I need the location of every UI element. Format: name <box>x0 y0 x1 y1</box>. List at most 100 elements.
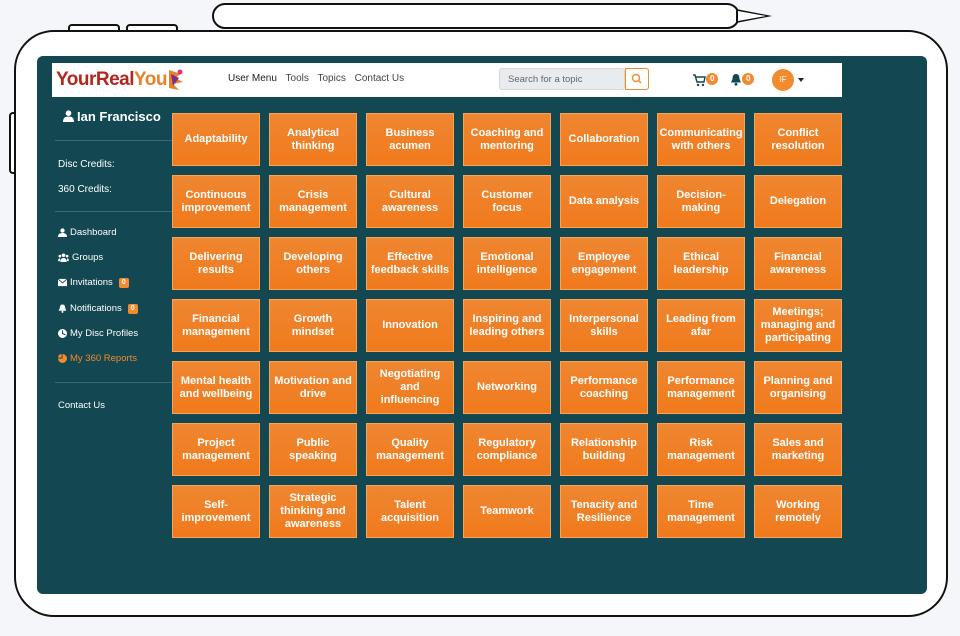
invitations-count-badge: 0 <box>118 277 129 288</box>
topic-tile[interactable]: Mental health and wellbeing <box>172 361 260 414</box>
topic-tile[interactable]: Teamwork <box>463 485 551 538</box>
nav-topics[interactable]: Topics <box>317 73 345 84</box>
topic-tile[interactable]: Risk management <box>657 423 745 476</box>
search-button[interactable] <box>625 68 649 90</box>
user-name: Ian Francisco <box>77 109 161 124</box>
brand-part-1: YourReal <box>56 69 135 90</box>
search-input[interactable]: Search for a topic <box>499 68 625 90</box>
sidebar-item-dashboard[interactable]: Dashboard <box>58 227 116 238</box>
sidebar-item-contact-us[interactable]: Contact Us <box>58 400 105 411</box>
topic-tile[interactable]: Ethical leadership <box>657 237 745 290</box>
topic-tile[interactable]: Delegation <box>754 175 842 228</box>
topic-tile[interactable]: Interpersonal skills <box>560 299 648 352</box>
topic-tile[interactable]: Effective feedback skills <box>366 237 454 290</box>
sidebar: Ian Francisco Disc Credits: 360 Credits:… <box>37 100 172 594</box>
topic-tile[interactable]: Motivation and drive <box>269 361 357 414</box>
chevron-down-icon[interactable] <box>798 78 804 82</box>
cart-icon[interactable] <box>692 73 706 87</box>
bell-icon <box>58 304 67 313</box>
topic-tile[interactable]: Networking <box>463 361 551 414</box>
topic-tile[interactable]: Delivering results <box>172 237 260 290</box>
topic-tile[interactable]: Business acumen <box>366 113 454 166</box>
topic-tile[interactable]: Collaboration <box>560 113 648 166</box>
topic-tile[interactable]: Communicating with others <box>657 113 745 166</box>
credits-360-label: 360 Credits: <box>58 184 112 195</box>
topic-tile[interactable]: Financial management <box>172 299 260 352</box>
search-icon <box>631 73 642 84</box>
topic-tile[interactable]: Analytical thinking <box>269 113 357 166</box>
sidebar-item-groups[interactable]: Groups <box>58 252 103 263</box>
sidebar-item-label: Dashboard <box>70 227 117 238</box>
topic-tile[interactable]: Negotiating and influencing <box>366 361 454 414</box>
nav-tools[interactable]: Tools <box>286 73 309 84</box>
topic-tile[interactable]: Conflict resolution <box>754 113 842 166</box>
app-screen: YourRealYou User Menu Tools Topics Conta… <box>37 56 927 594</box>
user-profile: Ian Francisco <box>63 109 161 124</box>
sidebar-item-label: My Disc Profiles <box>70 328 139 339</box>
topic-tile[interactable]: Data analysis <box>560 175 648 228</box>
topic-tile[interactable]: Time management <box>657 485 745 538</box>
brand-mark-icon <box>169 69 183 90</box>
sidebar-item-disc-profiles[interactable]: My Disc Profiles <box>58 328 138 339</box>
sidebar-item-notifications[interactable]: Notifications 0 <box>58 303 138 314</box>
main-nav: User Menu Tools Topics Contact Us <box>228 73 410 84</box>
topic-tile[interactable]: Working remotely <box>754 485 842 538</box>
topic-tile[interactable]: Planning and organising <box>754 361 842 414</box>
topic-tile[interactable]: Public speaking <box>269 423 357 476</box>
bell-icon[interactable] <box>730 73 742 86</box>
topic-tile[interactable]: Continuous improvement <box>172 175 260 228</box>
user-icon <box>63 110 74 122</box>
topic-tile[interactable]: Employee engagement <box>560 237 648 290</box>
topic-tile[interactable]: Decision-making <box>657 175 745 228</box>
disc-credits-label: Disc Credits: <box>58 159 115 170</box>
topic-tile[interactable]: Developing others <box>269 237 357 290</box>
topic-tile[interactable]: Crisis management <box>269 175 357 228</box>
topic-tile[interactable]: Innovation <box>366 299 454 352</box>
topic-tile[interactable]: Talent acquisition <box>366 485 454 538</box>
nav-contact-us[interactable]: Contact Us <box>355 73 404 84</box>
sidebar-item-label: Groups <box>72 252 104 263</box>
sidebar-item-label: Contact Us <box>58 400 105 411</box>
pie-chart-icon <box>58 354 67 363</box>
sidebar-item-invitations[interactable]: Invitations 0 <box>58 277 129 288</box>
cart-count-badge: 0 <box>706 73 719 85</box>
top-navbar: YourRealYou User Menu Tools Topics Conta… <box>52 63 842 97</box>
topic-tile[interactable]: Sales and marketing <box>754 423 842 476</box>
topic-tile[interactable]: Inspiring and leading others <box>463 299 551 352</box>
topic-tile[interactable]: Quality management <box>366 423 454 476</box>
topic-tile[interactable]: Strategic thinking and awareness <box>269 485 357 538</box>
brand-part-2: You <box>134 69 167 90</box>
user-icon <box>58 228 67 237</box>
divider <box>55 211 172 212</box>
user-avatar[interactable]: IF <box>772 69 794 91</box>
users-icon <box>58 253 69 262</box>
divider <box>55 140 172 141</box>
nav-user-menu[interactable]: User Menu <box>228 73 277 84</box>
stylus-body <box>212 3 740 29</box>
notification-count-badge: 0 <box>742 73 755 85</box>
topic-tile[interactable]: Meetings; managing and participating <box>754 299 842 352</box>
topic-tile[interactable]: Customer focus <box>463 175 551 228</box>
topic-tile[interactable]: Performance coaching <box>560 361 648 414</box>
topic-grid: Adaptability Analytical thinking Business … <box>172 113 842 538</box>
topic-tile[interactable]: Coaching and mentoring <box>463 113 551 166</box>
topic-tile[interactable]: Financial awareness <box>754 237 842 290</box>
topic-tile[interactable]: Tenacity and Resilience <box>560 485 648 538</box>
brand-logo[interactable]: YourRealYou <box>56 69 167 91</box>
topic-tile[interactable]: Cultural awareness <box>366 175 454 228</box>
sidebar-item-360-reports[interactable]: My 360 Reports <box>58 353 137 364</box>
topic-tile[interactable]: Self-improvement <box>172 485 260 538</box>
disc-icon <box>58 329 67 338</box>
topic-tile[interactable]: Adaptability <box>172 113 260 166</box>
topic-tile[interactable]: Emotional intelligence <box>463 237 551 290</box>
topic-tile[interactable]: Leading from afar <box>657 299 745 352</box>
topic-tile[interactable]: Growth mindset <box>269 299 357 352</box>
divider <box>55 382 172 383</box>
topic-tile[interactable]: Relationship building <box>560 423 648 476</box>
topic-tile[interactable]: Performance management <box>657 361 745 414</box>
topic-tile[interactable]: Project management <box>172 423 260 476</box>
topic-tile[interactable]: Regulatory compliance <box>463 423 551 476</box>
notifications-count-badge: 0 <box>127 303 138 314</box>
sidebar-item-label: Invitations <box>70 277 113 288</box>
sidebar-item-label: My 360 Reports <box>70 353 138 364</box>
